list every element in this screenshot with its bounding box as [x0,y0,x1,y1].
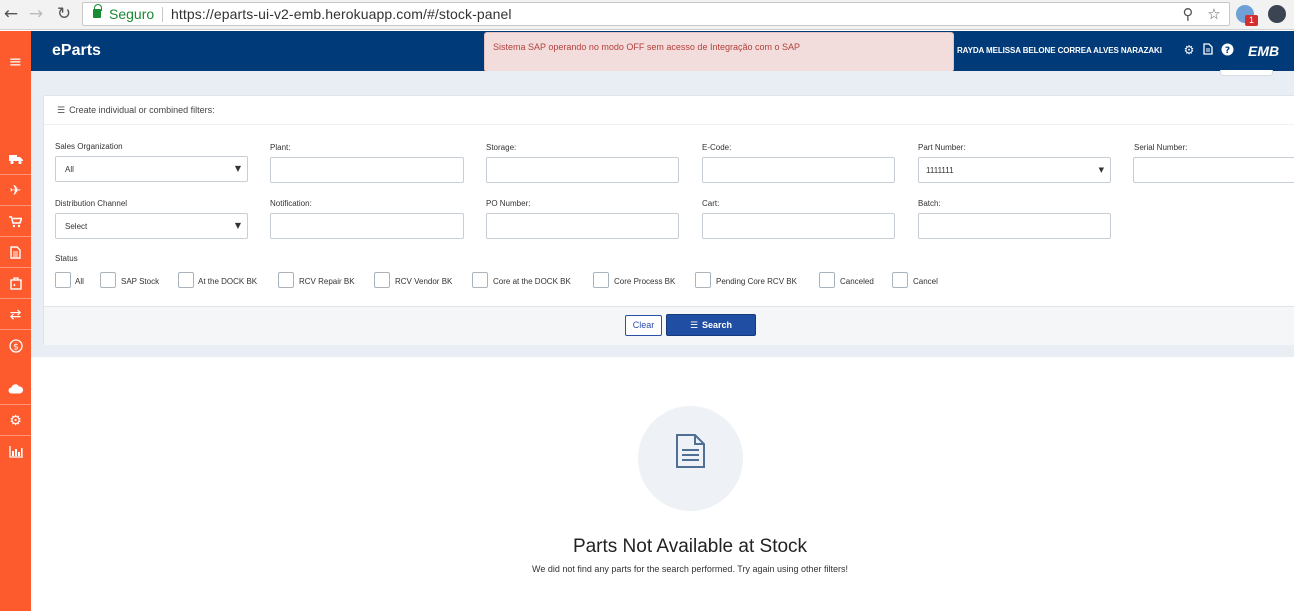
status-label-pending-core-rcv-bk: Pending Core RCV BK [716,277,797,286]
sales-org-value: All [65,165,74,174]
sales-org-select[interactable]: All ▼ [55,156,248,182]
browser-toolbar: ← → ↻ Seguro https://eparts-ui-v2-emb.he… [0,0,1294,30]
top-action-button[interactable] [1220,70,1273,76]
sales-org-label: Sales Organization [55,142,123,151]
status-label-rcv-vendor-bk: RCV Vendor BK [395,277,453,286]
status-checkbox-core-at-the-dock-bk[interactable] [472,272,488,288]
status-checkbox-pending-core-rcv-bk[interactable] [695,272,711,288]
airplane-icon[interactable]: ✈ [0,175,31,206]
document-icon[interactable] [0,237,31,268]
part-number-select[interactable]: 1111111 ▼ [918,157,1111,183]
batch-label: Batch: [918,199,941,208]
left-sidebar: ≡ ✈ ⇄ $ ⚙ [0,31,31,611]
address-bar[interactable]: Seguro https://eparts-ui-v2-emb.herokuap… [82,2,1230,26]
status-label-rcv-repair-bk: RCV Repair BK [299,277,355,286]
truck-icon[interactable] [0,144,31,175]
extension-badge: 1 [1245,15,1258,26]
document-icon [676,434,705,468]
status-label: Status [55,254,78,263]
status-label-core-at-the-dock-bk: Core at the DOCK BK [493,277,571,286]
brand-logo[interactable]: eParts [52,42,101,60]
cart-icon[interactable] [0,206,31,237]
star-icon[interactable]: ☆ [1204,4,1224,24]
status-checkbox-rcv-vendor-bk[interactable] [374,272,390,288]
ecode-input[interactable] [702,157,895,183]
po-number-input[interactable] [486,213,679,239]
panel-divider [44,124,1294,125]
box-icon[interactable] [0,268,31,299]
storage-input[interactable] [486,157,679,183]
status-checkbox-core-process-bk[interactable] [593,272,609,288]
serial-number-label: Serial Number: [1134,143,1188,152]
help-icon[interactable]: ? [1220,43,1234,57]
search-button[interactable]: ☰ Search [666,314,756,336]
cart-label: Cart: [702,199,720,208]
chevron-down-icon: ▼ [234,164,241,173]
status-checkbox-all[interactable] [55,272,71,288]
secure-label: Seguro [109,6,155,22]
company-logo: EMB [1248,43,1280,59]
status-label-all: All [75,277,84,286]
notification-label: Notification: [270,199,312,208]
forward-icon[interactable]: → [25,3,47,25]
svg-text:$: $ [13,342,19,352]
distribution-channel-label: Distribution Channel [55,199,128,208]
empty-state-subtitle: We did not find any parts for the search… [532,564,848,574]
batch-input[interactable] [918,213,1111,239]
cloud-icon[interactable] [0,373,31,404]
status-label-sap-stock: SAP Stock [121,277,160,286]
status-checkbox-sap-stock[interactable] [100,272,116,288]
status-checkbox-cancel[interactable] [892,272,908,288]
filter-panel-title: ☰ Create individual or combined filters: [57,105,215,116]
back-icon[interactable]: ← [0,3,22,25]
sliders-icon: ☰ [689,321,699,331]
filter-panel-title-text: Create individual or combined filters: [69,105,215,115]
plant-input[interactable] [270,157,464,183]
profile-extension-icon[interactable] [1268,5,1286,23]
part-number-label: Part Number: [918,143,966,152]
menu-icon[interactable]: ≡ [0,46,31,77]
gears-icon[interactable]: ⚙ [0,405,31,436]
status-checkbox-canceled[interactable] [819,272,835,288]
search-button-label: Search [702,320,733,330]
url-text[interactable]: https://eparts-ui-v2-emb.herokuapp.com/#… [171,6,512,22]
lock-icon [93,4,102,18]
settings-gear-icon[interactable]: ⚙ [1182,43,1196,57]
status-label-core-process-bk: Core Process BK [614,277,676,286]
svg-text:?: ? [1224,46,1229,56]
plant-label: Plant: [270,143,291,152]
status-label-cancel: Cancel [913,277,938,286]
user-name[interactable]: RAYDA MELISSA BELONE CORREA ALVES NARAZA… [957,46,1162,55]
zoom-icon[interactable]: ⚲ [1178,4,1198,24]
part-number-value: 1111111 [926,166,954,175]
distribution-channel-value: Select [65,222,88,231]
storage-label: Storage: [486,143,517,152]
reload-icon[interactable]: ↻ [53,3,75,25]
cart-input[interactable] [702,213,895,239]
status-checkbox-rcv-repair-bk[interactable] [278,272,294,288]
sliders-icon: ☰ [57,106,66,116]
notification-input[interactable] [270,213,464,239]
bar-chart-icon[interactable] [0,436,31,467]
status-checkbox-at-the-dock-bk[interactable] [178,272,194,288]
exchange-icon[interactable]: ⇄ [0,299,31,330]
chevron-down-icon: ▼ [1098,166,1104,174]
po-number-label: PO Number: [486,199,531,208]
status-label-canceled: Canceled [840,277,874,286]
ecode-label: E-Code: [702,143,732,152]
clear-button[interactable]: Clear [625,315,662,336]
chevron-down-icon: ▼ [234,221,241,230]
dollar-icon[interactable]: $ [0,330,31,361]
omnibox-divider [162,7,163,22]
serial-number-input[interactable] [1133,157,1294,183]
status-label-at-the-dock-bk: At the DOCK BK [198,277,258,286]
sap-offline-alert: Sistema SAP operando no modo OFF sem ace… [484,32,954,72]
document-icon[interactable] [1201,43,1215,57]
empty-state-title: Parts Not Available at Stock [572,536,808,557]
distribution-channel-select[interactable]: Select ▼ [55,213,248,239]
